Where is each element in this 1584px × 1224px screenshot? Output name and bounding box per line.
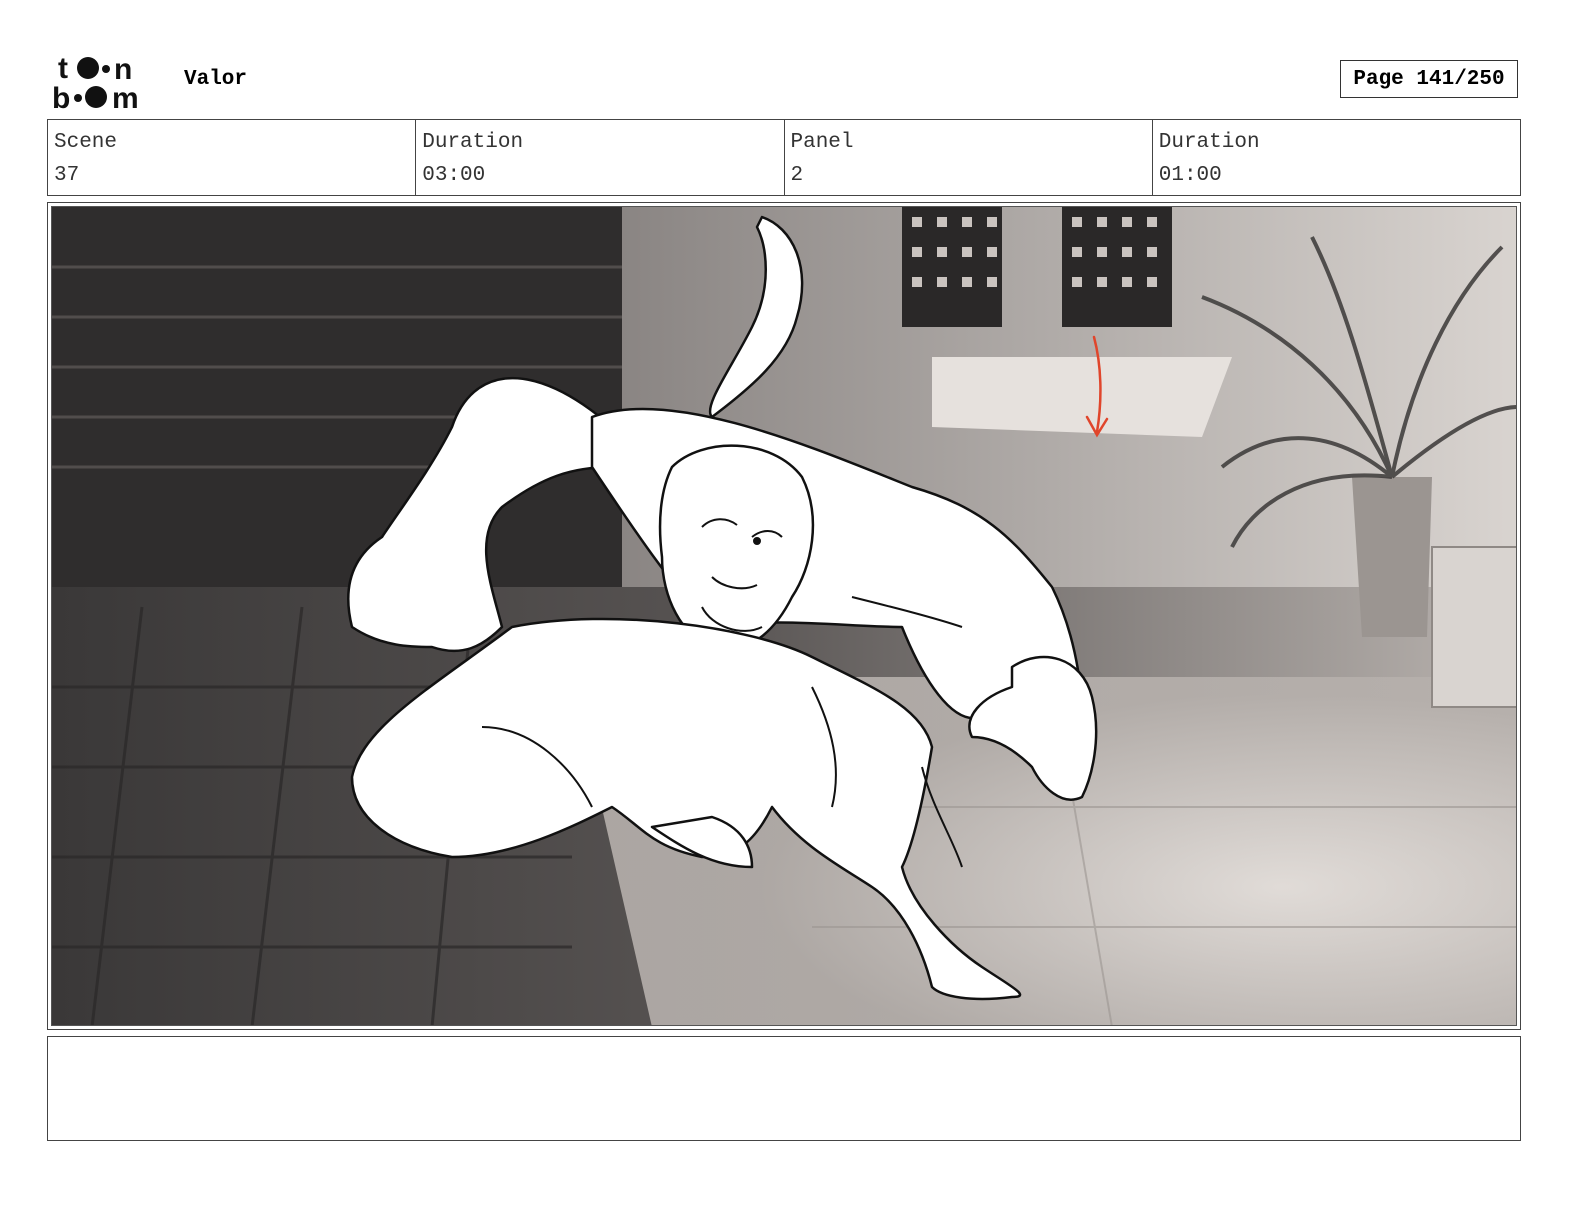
panel-duration-label: Duration [1158,131,1260,154]
page-indicator: Page 141/250 [1340,60,1518,98]
scene-cell: Scene 37 [48,120,417,195]
panel-cell: Panel 2 [785,120,1153,195]
panel-duration-cell: Duration 01:00 [1153,120,1520,195]
project-title: Valor [184,68,248,91]
svg-text:m: m [112,82,139,112]
scene-duration-value: 03:00 [422,164,486,187]
svg-text:t: t [58,52,68,85]
scene-info-table: Scene 37 Duration 03:00 Panel 2 Duration… [47,119,1521,196]
panel-notes-box [47,1036,1521,1141]
svg-text:b: b [52,82,70,112]
storyboard-panel-image [51,206,1517,1026]
panel-duration-value: 01:00 [1158,164,1222,187]
panel-value: 2 [790,164,804,187]
scene-duration-cell: Duration 03:00 [416,120,785,195]
scene-label: Scene [54,131,118,154]
scene-duration-label: Duration [422,131,524,154]
toon-boom-logo: t n b m [52,52,164,115]
scene-value: 37 [54,164,80,187]
panel-label: Panel [790,131,854,154]
